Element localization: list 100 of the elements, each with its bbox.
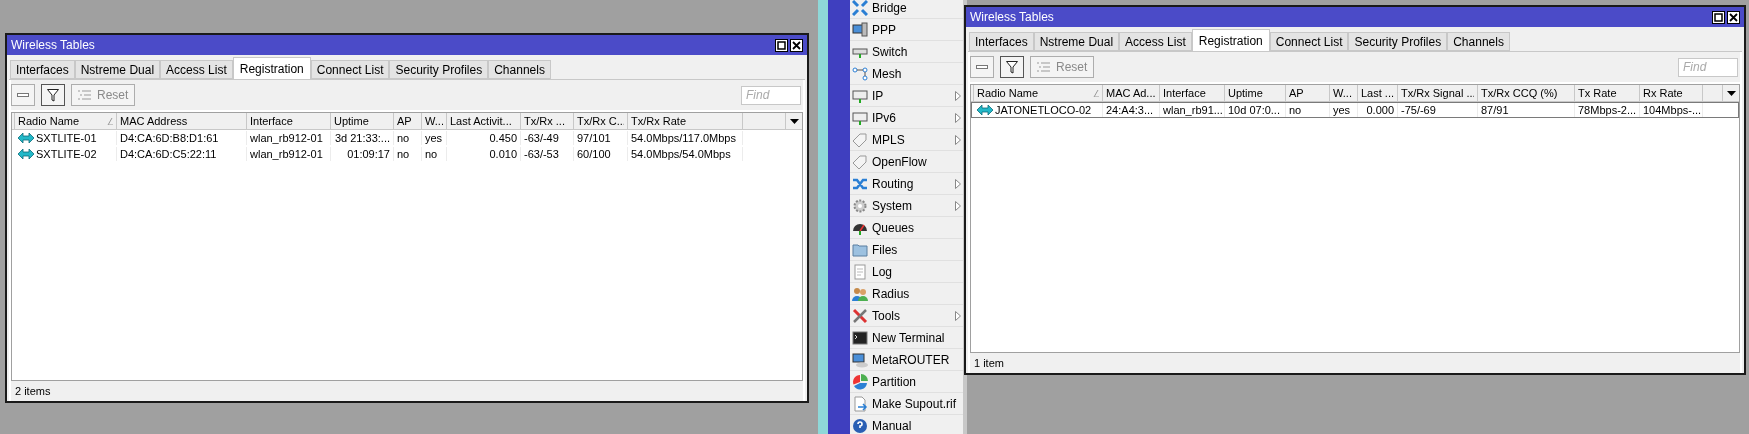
tab[interactable]: Nstreme Dual xyxy=(74,60,161,79)
pie-chart-icon xyxy=(852,373,868,390)
column-header[interactable]: Last ... xyxy=(1358,85,1398,101)
column-header[interactable]: AP xyxy=(1286,85,1330,101)
list-icon xyxy=(1037,62,1051,72)
menu-item[interactable]: PPP xyxy=(850,19,963,41)
column-header[interactable]: Uptime xyxy=(1225,85,1286,101)
menu-item[interactable]: Make Supout.rif xyxy=(850,393,963,415)
tab[interactable]: Interfaces xyxy=(969,32,1034,51)
menu-item[interactable]: Tools xyxy=(850,305,963,327)
menu-item[interactable]: Bridge xyxy=(850,0,963,19)
tab[interactable]: Nstreme Dual xyxy=(1033,32,1120,51)
menu-item[interactable]: Log xyxy=(850,261,963,283)
table-cell: 10d 07:0... xyxy=(1225,103,1286,117)
menu-item[interactable]: System xyxy=(850,195,963,217)
table-row[interactable]: SXTLITE-02 D4:CA:6D:C5:22:11 wlan_rb912-01 01:09:17 no no 0.010 -63/-53 60/100 54.0Mbps/54.0Mbps xyxy=(12,146,802,162)
table-cell: JATONETLOCO-02 xyxy=(974,103,1103,117)
column-header[interactable]: Interface xyxy=(247,113,331,129)
menu-item[interactable]: Files xyxy=(850,239,963,261)
table-cell: 97/101 xyxy=(574,131,628,145)
computer-icon xyxy=(852,21,868,38)
filter-button[interactable] xyxy=(41,84,65,106)
maximize-icon[interactable] xyxy=(775,38,788,52)
tab[interactable]: Registration xyxy=(1191,29,1270,51)
table-cell: 0.010 xyxy=(447,147,521,161)
nodes-icon xyxy=(852,65,868,82)
menu-item[interactable]: IP xyxy=(850,85,963,107)
column-header[interactable]: Tx Rate xyxy=(1575,85,1640,101)
tab[interactable]: Access List xyxy=(160,60,233,79)
menu-item[interactable]: MPLS xyxy=(850,129,963,151)
column-header[interactable]: Interface xyxy=(1160,85,1225,101)
folder-icon xyxy=(852,241,868,258)
table-cell: wlan_rb912-01 xyxy=(247,131,331,145)
column-header[interactable]: Radio Name xyxy=(974,85,1103,101)
remove-button[interactable] xyxy=(970,56,994,78)
column-header[interactable]: Radio Name xyxy=(15,113,117,129)
menu-item[interactable]: OpenFlow xyxy=(850,151,963,173)
computer-icon xyxy=(852,351,868,368)
tab[interactable]: Interfaces xyxy=(10,60,75,79)
table-cell: no xyxy=(394,147,422,161)
tab[interactable]: Security Profiles xyxy=(1348,32,1448,51)
table-cell: no xyxy=(394,131,422,145)
people-icon xyxy=(852,285,868,302)
column-header[interactable]: Rx Rate xyxy=(1640,85,1703,101)
tab[interactable]: Connect List xyxy=(1269,32,1349,51)
table-cell: 3d 21:33:... xyxy=(331,131,394,145)
close-icon[interactable] xyxy=(1727,10,1740,24)
table-cell: 0.450 xyxy=(447,131,521,145)
list-icon xyxy=(78,90,92,100)
tab[interactable]: Channels xyxy=(1447,32,1510,51)
column-header[interactable]: Tx/Rx Rate xyxy=(628,113,743,129)
menu-item[interactable]: Switch xyxy=(850,41,963,63)
column-header[interactable]: Last Activit... xyxy=(447,113,521,129)
tab[interactable]: Connect List xyxy=(310,60,390,79)
table-cell: 54.0Mbps/117.0Mbps xyxy=(628,131,743,145)
column-header[interactable]: AP xyxy=(394,113,422,129)
status-text: 1 item xyxy=(973,355,1005,371)
submenu-arrow-icon xyxy=(955,112,961,123)
dropdown-icon[interactable] xyxy=(1726,90,1736,96)
menu-item[interactable]: New Terminal xyxy=(850,327,963,349)
window-title: Wireless Tables xyxy=(970,9,1055,26)
column-header[interactable]: Tx/Rx CCQ (%) xyxy=(1478,85,1575,101)
column-header[interactable]: W... xyxy=(1330,85,1358,101)
menu-item[interactable]: Radius xyxy=(850,283,963,305)
column-header[interactable]: W... xyxy=(422,113,447,129)
table-cell: SXTLITE-01 xyxy=(15,131,117,145)
table-cell: -63/-49 xyxy=(521,131,574,145)
remove-button[interactable] xyxy=(11,84,35,106)
filter-button[interactable] xyxy=(1000,56,1024,78)
table-cell: -63/-53 xyxy=(521,147,574,161)
close-icon[interactable] xyxy=(790,38,803,52)
tab[interactable]: Access List xyxy=(1119,32,1192,51)
find-field[interactable]: Find xyxy=(741,85,801,105)
menu-item[interactable]: IPv6 xyxy=(850,107,963,129)
maximize-icon[interactable] xyxy=(1712,10,1725,24)
menu-item[interactable]: Partition xyxy=(850,371,963,393)
menu-item[interactable]: MetaROUTER xyxy=(850,349,963,371)
table-cell: yes xyxy=(422,131,447,145)
help-icon xyxy=(852,417,868,434)
table-row[interactable]: JATONETLOCO-02 24:A4:3... wlan_rb91... 10d 07:0... no yes 0.000 -75/-69 87/91 78Mbps-2... 104Mbps-... xyxy=(971,102,1739,118)
column-header[interactable]: Tx/Rx Signal ... xyxy=(1398,85,1478,101)
column-header[interactable]: Tx/Rx ... xyxy=(521,113,574,129)
dropdown-icon[interactable] xyxy=(789,118,799,124)
submenu-arrow-icon xyxy=(955,200,961,211)
table-cell: -75/-69 xyxy=(1398,103,1478,117)
tab[interactable]: Channels xyxy=(488,60,551,79)
minus-icon xyxy=(976,65,988,69)
column-header[interactable]: Tx/Rx C... xyxy=(574,113,628,129)
tab[interactable]: Security Profiles xyxy=(389,60,489,79)
find-field[interactable]: Find xyxy=(1678,57,1738,77)
menu-item[interactable]: Routing xyxy=(850,173,963,195)
column-header[interactable]: MAC Address xyxy=(117,113,247,129)
tab[interactable]: Registration xyxy=(232,57,311,79)
table-cell: yes xyxy=(1330,103,1358,117)
column-header[interactable]: Uptime xyxy=(331,113,394,129)
column-header[interactable]: MAC Ad... xyxy=(1103,85,1160,101)
table-cell: 104Mbps-... xyxy=(1640,103,1703,117)
table-row[interactable]: SXTLITE-01 D4:CA:6D:B8:D1:61 wlan_rb912-01 3d 21:33:... no yes 0.450 -63/-49 97/101 54.0Mbps/117.0Mbps xyxy=(12,130,802,146)
filter-icon xyxy=(47,88,59,102)
table-cell: 54.0Mbps/54.0Mbps xyxy=(628,147,743,161)
